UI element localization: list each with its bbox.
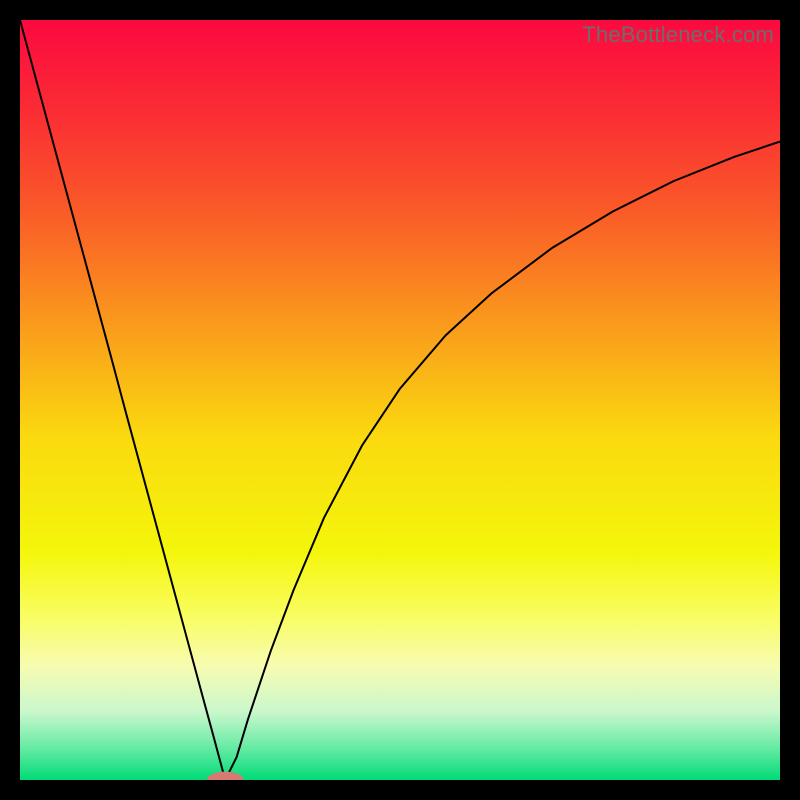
gradient-background [20,20,780,780]
bottleneck-chart [20,20,780,780]
watermark-label: TheBottleneck.com [582,22,774,48]
chart-frame: TheBottleneck.com [20,20,780,780]
